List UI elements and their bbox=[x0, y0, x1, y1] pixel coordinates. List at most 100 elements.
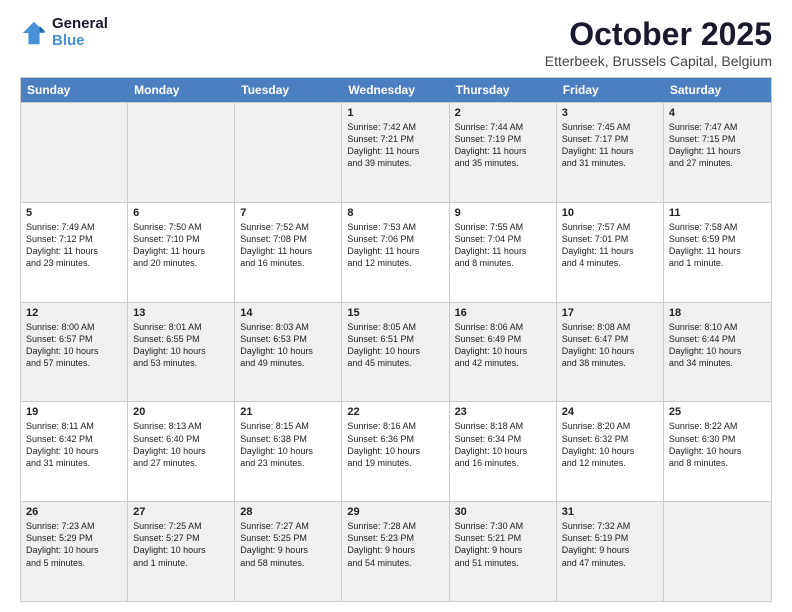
day-number: 22 bbox=[347, 406, 443, 418]
day-cell-1: 1 Sunrise: 7:42 AM Sunset: 7:21 PM Daylig… bbox=[342, 103, 449, 202]
day-cell-25: 25Sunrise: 8:22 AM Sunset: 6:30 PM Dayli… bbox=[664, 402, 771, 501]
day-info: Sunrise: 7:57 AM Sunset: 7:01 PM Dayligh… bbox=[562, 221, 658, 270]
day-header-monday: Monday bbox=[128, 78, 235, 102]
logo: General Blue bbox=[20, 16, 108, 49]
day-info: Sunrise: 8:11 AM Sunset: 6:42 PM Dayligh… bbox=[26, 420, 122, 469]
day-info: Sunrise: 8:15 AM Sunset: 6:38 PM Dayligh… bbox=[240, 420, 336, 469]
logo-text: General Blue bbox=[52, 16, 108, 49]
day-info: Sunrise: 8:22 AM Sunset: 6:30 PM Dayligh… bbox=[669, 420, 766, 469]
day-cell-30: 30 Sunrise: 7:30 AM Sunset: 5:21 PM Dayli… bbox=[450, 502, 557, 601]
calendar-body: 1 Sunrise: 7:42 AM Sunset: 7:21 PM Daylig… bbox=[21, 102, 771, 601]
day-number: 8 bbox=[347, 207, 443, 219]
day-number: 27 bbox=[133, 506, 229, 518]
day-cell-12: 12 Sunrise: 8:00 AM Sunset: 6:57 PM Dayli… bbox=[21, 303, 128, 402]
day-info: Sunrise: 7:32 AM Sunset: 5:19 PM Dayligh… bbox=[562, 520, 658, 569]
day-number: 30 bbox=[455, 506, 551, 518]
day-number: 9 bbox=[455, 207, 551, 219]
day-cell-23: 23 Sunrise: 8:18 AM Sunset: 6:34 PM Dayli… bbox=[450, 402, 557, 501]
day-number: 21 bbox=[240, 406, 336, 418]
header: General Blue October 2025 Etterbeek, Bru… bbox=[20, 16, 772, 69]
day-cell-15: 15 Sunrise: 8:05 AM Sunset: 6:51 PM Dayli… bbox=[342, 303, 449, 402]
day-number: 24 bbox=[562, 406, 658, 418]
day-cell-3: 3Sunrise: 7:45 AM Sunset: 7:17 PM Daylig… bbox=[557, 103, 664, 202]
day-info: Sunrise: 8:00 AM Sunset: 6:57 PM Dayligh… bbox=[26, 321, 122, 370]
day-info: Sunrise: 7:55 AM Sunset: 7:04 PM Dayligh… bbox=[455, 221, 551, 270]
day-info: Sunrise: 8:06 AM Sunset: 6:49 PM Dayligh… bbox=[455, 321, 551, 370]
day-cell-19: 19 Sunrise: 8:11 AM Sunset: 6:42 PM Dayli… bbox=[21, 402, 128, 501]
day-info: Sunrise: 8:18 AM Sunset: 6:34 PM Dayligh… bbox=[455, 420, 551, 469]
day-cell-6: 6 Sunrise: 7:50 AM Sunset: 7:10 PM Daylig… bbox=[128, 203, 235, 302]
empty-cell bbox=[21, 103, 128, 202]
day-header-sunday: Sunday bbox=[21, 78, 128, 102]
day-info: Sunrise: 7:44 AM Sunset: 7:19 PM Dayligh… bbox=[455, 121, 551, 170]
day-cell-21: 21 Sunrise: 8:15 AM Sunset: 6:38 PM Dayli… bbox=[235, 402, 342, 501]
day-number: 10 bbox=[562, 207, 658, 219]
day-info: Sunrise: 7:27 AM Sunset: 5:25 PM Dayligh… bbox=[240, 520, 336, 569]
day-cell-17: 17 Sunrise: 8:08 AM Sunset: 6:47 PM Dayli… bbox=[557, 303, 664, 402]
calendar-row-3: 19 Sunrise: 8:11 AM Sunset: 6:42 PM Dayli… bbox=[21, 401, 771, 501]
title-area: October 2025 Etterbeek, Brussels Capital… bbox=[545, 16, 772, 69]
page: General Blue October 2025 Etterbeek, Bru… bbox=[0, 0, 792, 612]
day-number: 7 bbox=[240, 207, 336, 219]
day-info: Sunrise: 7:30 AM Sunset: 5:21 PM Dayligh… bbox=[455, 520, 551, 569]
empty-cell bbox=[235, 103, 342, 202]
day-number: 23 bbox=[455, 406, 551, 418]
day-info: Sunrise: 7:49 AM Sunset: 7:12 PM Dayligh… bbox=[26, 221, 122, 270]
day-number: 16 bbox=[455, 307, 551, 319]
day-header-tuesday: Tuesday bbox=[235, 78, 342, 102]
day-number: 12 bbox=[26, 307, 122, 319]
empty-cell bbox=[128, 103, 235, 202]
calendar-row-4: 26Sunrise: 7:23 AM Sunset: 5:29 PM Dayli… bbox=[21, 501, 771, 601]
day-cell-4: 4Sunrise: 7:47 AM Sunset: 7:15 PM Daylig… bbox=[664, 103, 771, 202]
day-info: Sunrise: 7:42 AM Sunset: 7:21 PM Dayligh… bbox=[347, 121, 443, 170]
day-number: 6 bbox=[133, 207, 229, 219]
day-cell-16: 16 Sunrise: 8:06 AM Sunset: 6:49 PM Dayli… bbox=[450, 303, 557, 402]
day-info: Sunrise: 8:01 AM Sunset: 6:55 PM Dayligh… bbox=[133, 321, 229, 370]
day-number: 3 bbox=[562, 107, 658, 119]
day-number: 15 bbox=[347, 307, 443, 319]
day-cell-11: 11 Sunrise: 7:58 AM Sunset: 6:59 PM Dayli… bbox=[664, 203, 771, 302]
day-cell-2: 2Sunrise: 7:44 AM Sunset: 7:19 PM Daylig… bbox=[450, 103, 557, 202]
day-header-saturday: Saturday bbox=[664, 78, 771, 102]
day-cell-26: 26Sunrise: 7:23 AM Sunset: 5:29 PM Dayli… bbox=[21, 502, 128, 601]
day-number: 11 bbox=[669, 207, 766, 219]
day-cell-14: 14 Sunrise: 8:03 AM Sunset: 6:53 PM Dayli… bbox=[235, 303, 342, 402]
day-number: 1 bbox=[347, 107, 443, 119]
day-cell-27: 27 Sunrise: 7:25 AM Sunset: 5:27 PM Dayli… bbox=[128, 502, 235, 601]
day-cell-9: 9 Sunrise: 7:55 AM Sunset: 7:04 PM Daylig… bbox=[450, 203, 557, 302]
day-number: 13 bbox=[133, 307, 229, 319]
subtitle: Etterbeek, Brussels Capital, Belgium bbox=[545, 53, 772, 69]
calendar-header: SundayMondayTuesdayWednesdayThursdayFrid… bbox=[21, 78, 771, 102]
day-number: 5 bbox=[26, 207, 122, 219]
logo-icon bbox=[20, 19, 48, 47]
day-number: 26 bbox=[26, 506, 122, 518]
day-number: 17 bbox=[562, 307, 658, 319]
day-cell-10: 10 Sunrise: 7:57 AM Sunset: 7:01 PM Dayli… bbox=[557, 203, 664, 302]
day-header-thursday: Thursday bbox=[450, 78, 557, 102]
day-info: Sunrise: 8:05 AM Sunset: 6:51 PM Dayligh… bbox=[347, 321, 443, 370]
day-info: Sunrise: 8:03 AM Sunset: 6:53 PM Dayligh… bbox=[240, 321, 336, 370]
day-info: Sunrise: 8:20 AM Sunset: 6:32 PM Dayligh… bbox=[562, 420, 658, 469]
day-info: Sunrise: 7:53 AM Sunset: 7:06 PM Dayligh… bbox=[347, 221, 443, 270]
calendar-row-0: 1 Sunrise: 7:42 AM Sunset: 7:21 PM Daylig… bbox=[21, 102, 771, 202]
month-title: October 2025 bbox=[545, 16, 772, 53]
day-info: Sunrise: 8:13 AM Sunset: 6:40 PM Dayligh… bbox=[133, 420, 229, 469]
day-number: 29 bbox=[347, 506, 443, 518]
day-info: Sunrise: 7:52 AM Sunset: 7:08 PM Dayligh… bbox=[240, 221, 336, 270]
day-number: 18 bbox=[669, 307, 766, 319]
day-cell-18: 18 Sunrise: 8:10 AM Sunset: 6:44 PM Dayli… bbox=[664, 303, 771, 402]
day-info: Sunrise: 7:58 AM Sunset: 6:59 PM Dayligh… bbox=[669, 221, 766, 270]
day-cell-20: 20Sunrise: 8:13 AM Sunset: 6:40 PM Dayli… bbox=[128, 402, 235, 501]
day-cell-29: 29 Sunrise: 7:28 AM Sunset: 5:23 PM Dayli… bbox=[342, 502, 449, 601]
day-number: 14 bbox=[240, 307, 336, 319]
day-cell-31: 31Sunrise: 7:32 AM Sunset: 5:19 PM Dayli… bbox=[557, 502, 664, 601]
day-info: Sunrise: 7:25 AM Sunset: 5:27 PM Dayligh… bbox=[133, 520, 229, 569]
day-info: Sunrise: 8:10 AM Sunset: 6:44 PM Dayligh… bbox=[669, 321, 766, 370]
calendar-row-1: 5 Sunrise: 7:49 AM Sunset: 7:12 PM Daylig… bbox=[21, 202, 771, 302]
day-info: Sunrise: 7:50 AM Sunset: 7:10 PM Dayligh… bbox=[133, 221, 229, 270]
day-info: Sunrise: 7:28 AM Sunset: 5:23 PM Dayligh… bbox=[347, 520, 443, 569]
day-info: Sunrise: 8:08 AM Sunset: 6:47 PM Dayligh… bbox=[562, 321, 658, 370]
calendar: SundayMondayTuesdayWednesdayThursdayFrid… bbox=[20, 77, 772, 602]
day-number: 19 bbox=[26, 406, 122, 418]
day-header-friday: Friday bbox=[557, 78, 664, 102]
